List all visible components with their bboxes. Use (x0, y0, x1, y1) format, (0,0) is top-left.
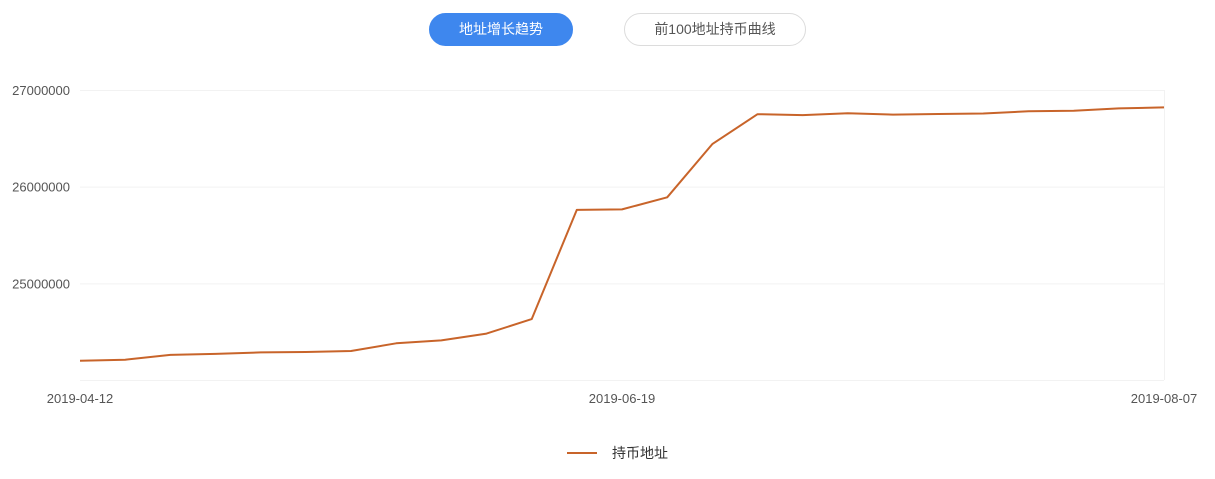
y-tick-label: 26000000 (12, 180, 70, 195)
x-tick-label: 2019-06-19 (589, 391, 656, 406)
legend-line-swatch (567, 452, 597, 454)
series-line-holding-addresses (79, 106, 1165, 362)
x-tick-label: 2019-04-12 (47, 391, 114, 406)
y-tick-label: 27000000 (12, 83, 70, 98)
chart-legend[interactable]: 持币地址 (567, 443, 668, 463)
y-tick-label: 25000000 (12, 276, 70, 291)
line-chart: 27000000 26000000 25000000 2019-04-12 2019-0… (12, 83, 1198, 406)
legend-label: 持币地址 (612, 445, 668, 461)
x-tick-label: 2019-08-07 (1131, 391, 1198, 406)
